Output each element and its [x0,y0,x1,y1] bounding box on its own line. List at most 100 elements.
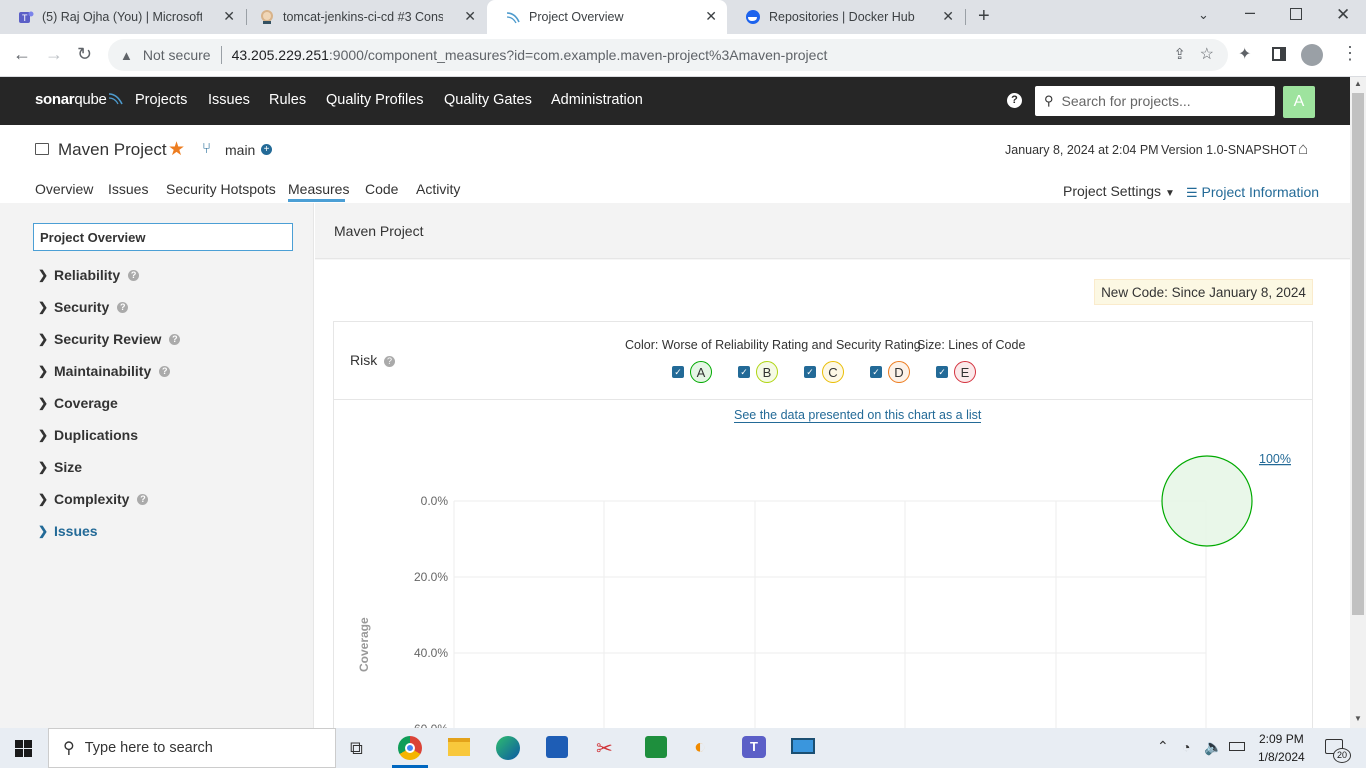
file-explorer-icon[interactable] [448,738,470,756]
help-icon[interactable]: ? [117,301,129,313]
help-icon[interactable]: ? [137,493,149,505]
project-information-link[interactable]: ☰ Project Information [1186,184,1319,201]
branch-name[interactable]: main [225,142,255,158]
profile-icon[interactable] [1301,44,1323,66]
browser-tab[interactable]: T (5) Raj Ojha (You) | Microsoft Tea ✕ [0,0,245,34]
snipping-tool-icon[interactable]: ✂ [596,736,613,761]
close-icon[interactable]: ✕ [223,8,235,25]
network-icon[interactable]: ◔ [1182,739,1190,755]
share-icon[interactable]: ⇪ [1173,45,1186,63]
scroll-up-icon[interactable]: ▲ [1354,79,1362,88]
sidebar-item-maintainability[interactable]: ❯ Maintainability? [38,363,171,379]
filter-checkbox-d[interactable]: ✓ [870,366,882,378]
sonarqube-logo[interactable]: sonarqube [35,91,124,108]
browser-tab[interactable]: tomcat-jenkins-ci-cd #3 Console ✕ [241,0,486,34]
project-settings-menu[interactable]: Project Settings ▼ [1063,183,1175,199]
filter-checkbox-a[interactable]: ✓ [672,366,684,378]
task-view-icon[interactable]: ⧉ [350,738,363,759]
close-icon[interactable]: ✕ [942,8,954,25]
extensions-icon[interactable]: ✦ [1238,44,1251,64]
new-tab-icon[interactable]: + [978,5,990,28]
see-data-as-list-link[interactable]: See the data presented on this chart as … [734,408,982,423]
teams-icon[interactable]: T [742,736,766,758]
nav-quality-gates[interactable]: Quality Gates [444,92,532,108]
tray-overflow-icon[interactable]: ⌃ [1157,738,1169,755]
page-scrollbar[interactable]: ▲ ▼ [1350,77,1366,728]
breadcrumb-project[interactable]: Maven Project [334,223,423,239]
reload-icon[interactable]: ↻ [77,44,92,65]
remote-desktop-icon[interactable] [791,738,815,754]
nav-projects[interactable]: Projects [135,92,187,108]
sidebar-item-security[interactable]: ❯ Security? [38,299,129,315]
search-input[interactable]: Search for projects... [1062,93,1191,109]
nav-administration[interactable]: Administration [551,92,643,108]
project-search[interactable]: ⚲ Search for projects... [1035,86,1275,116]
chrome-icon[interactable] [398,736,422,760]
nav-quality-profiles[interactable]: Quality Profiles [326,92,424,108]
sidebar-item-security-review[interactable]: ❯ Security Review? [38,331,181,347]
restore-icon[interactable] [1290,8,1302,20]
sidebar-item-reliability[interactable]: ❯ Reliability? [38,267,140,283]
project-bubble[interactable] [1161,455,1253,547]
bubble-zoom-label[interactable]: 100% [1259,452,1291,466]
sidebar-selected-item[interactable]: Project Overview [33,223,293,251]
tab-search-icon[interactable]: ⌄ [1198,7,1209,23]
filter-checkbox-e[interactable]: ✓ [936,366,948,378]
project-version: Version 1.0-SNAPSHOT [1161,143,1297,157]
close-window-icon[interactable]: ✕ [1336,5,1350,25]
sidebar-item-complexity[interactable]: ❯ Complexity? [38,491,149,507]
browser-tab-active[interactable]: Project Overview ✕ [487,0,727,34]
browser-menu-icon[interactable]: ⋮ [1341,43,1359,64]
bookmark-star-icon[interactable]: ☆ [1200,44,1214,64]
scroll-down-icon[interactable]: ▼ [1354,714,1362,723]
help-icon[interactable]: ? [128,269,140,281]
tab-activity[interactable]: Activity [416,181,460,197]
side-panel-icon[interactable] [1272,47,1286,61]
windows-start-icon[interactable] [15,740,33,761]
store-icon[interactable] [546,736,568,758]
clock-date[interactable]: 1/8/2024 [1258,750,1305,764]
help-icon[interactable]: ? [384,356,395,367]
minimize-icon[interactable]: – [1245,2,1255,23]
battery-icon[interactable] [1229,742,1245,751]
filter-checkbox-b[interactable]: ✓ [738,366,750,378]
chevron-right-icon: ❯ [38,460,49,474]
help-icon[interactable]: ? [169,333,181,345]
tab-measures[interactable]: Measures [288,181,349,197]
favorite-star-icon[interactable]: ★ [168,138,185,161]
taskbar-search-input[interactable]: Type here to search [85,740,213,756]
close-icon[interactable]: ✕ [464,8,476,25]
sidebar-item-issues[interactable]: ❯ Issues [38,523,98,539]
volume-icon[interactable]: 🔈 [1204,738,1223,756]
back-icon[interactable]: ← [13,44,31,65]
sidebar-item-size[interactable]: ❯ Size [38,459,82,475]
bubble-chart: 0.0% 20.0% 40.0% 60.0% Coverage 100% [357,452,1291,742]
help-icon[interactable]: ? [1007,93,1022,108]
home-icon[interactable]: ⌂ [1298,139,1308,159]
clock-time[interactable]: 2:09 PM [1259,732,1304,746]
nav-rules[interactable]: Rules [269,92,306,108]
tab-security-hotspots[interactable]: Security Hotspots [166,181,276,197]
tab-code[interactable]: Code [365,181,398,197]
tab-issues[interactable]: Issues [108,181,148,197]
close-icon[interactable]: ✕ [705,8,717,25]
sidebar-item-coverage[interactable]: ❯ Coverage [38,395,118,411]
edge-icon[interactable] [496,736,520,760]
taskbar-search[interactable]: ⚲ Type here to search [48,728,336,768]
help-icon[interactable]: ? [159,365,171,377]
media-app-icon[interactable]: ◐ [694,736,706,759]
branch-info-icon[interactable]: + [261,144,272,155]
address-bar[interactable]: ▲ Not secure 43.205.229.251:9000/compone… [108,39,1228,71]
avatar[interactable]: A [1283,86,1315,118]
tab-overview[interactable]: Overview [35,181,93,197]
scroll-thumb[interactable] [1352,93,1364,615]
forward-icon[interactable]: → [45,44,63,65]
chevron-right-icon: ❯ [38,300,49,314]
filter-checkbox-c[interactable]: ✓ [804,366,816,378]
browser-tab[interactable]: Repositories | Docker Hub ✕ [727,0,964,34]
chat-app-icon[interactable] [645,736,667,758]
project-name[interactable]: Maven Project [58,140,167,160]
url-path: :9000/component_measures?id=com.example.… [328,47,828,63]
sidebar-item-duplications[interactable]: ❯ Duplications [38,427,138,443]
nav-issues[interactable]: Issues [208,92,250,108]
